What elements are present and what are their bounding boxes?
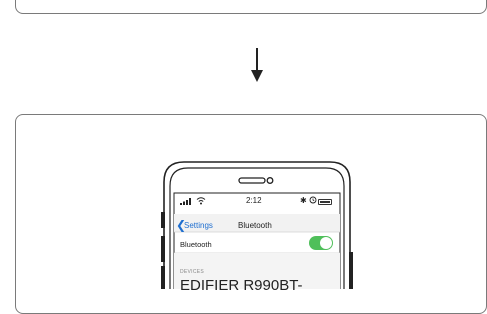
phone-illustration — [161, 161, 353, 289]
alarm-icon — [309, 196, 317, 204]
wifi-icon — [196, 197, 206, 205]
battery-icon — [318, 199, 332, 205]
signal-icon — [180, 198, 191, 205]
nav-title: Bluetooth — [238, 221, 272, 230]
status-time: 2:12 — [246, 196, 262, 205]
bluetooth-icon: ✱ — [300, 196, 307, 205]
bluetooth-row-label: Bluetooth — [180, 240, 212, 249]
bluetooth-toggle[interactable] — [309, 236, 333, 250]
toggle-knob — [320, 237, 332, 249]
back-settings-link[interactable]: Settings — [184, 221, 213, 230]
devices-section-header: DEVICES — [180, 269, 205, 275]
device-list-item[interactable]: EDIFIER R990BT- — [180, 277, 303, 294]
